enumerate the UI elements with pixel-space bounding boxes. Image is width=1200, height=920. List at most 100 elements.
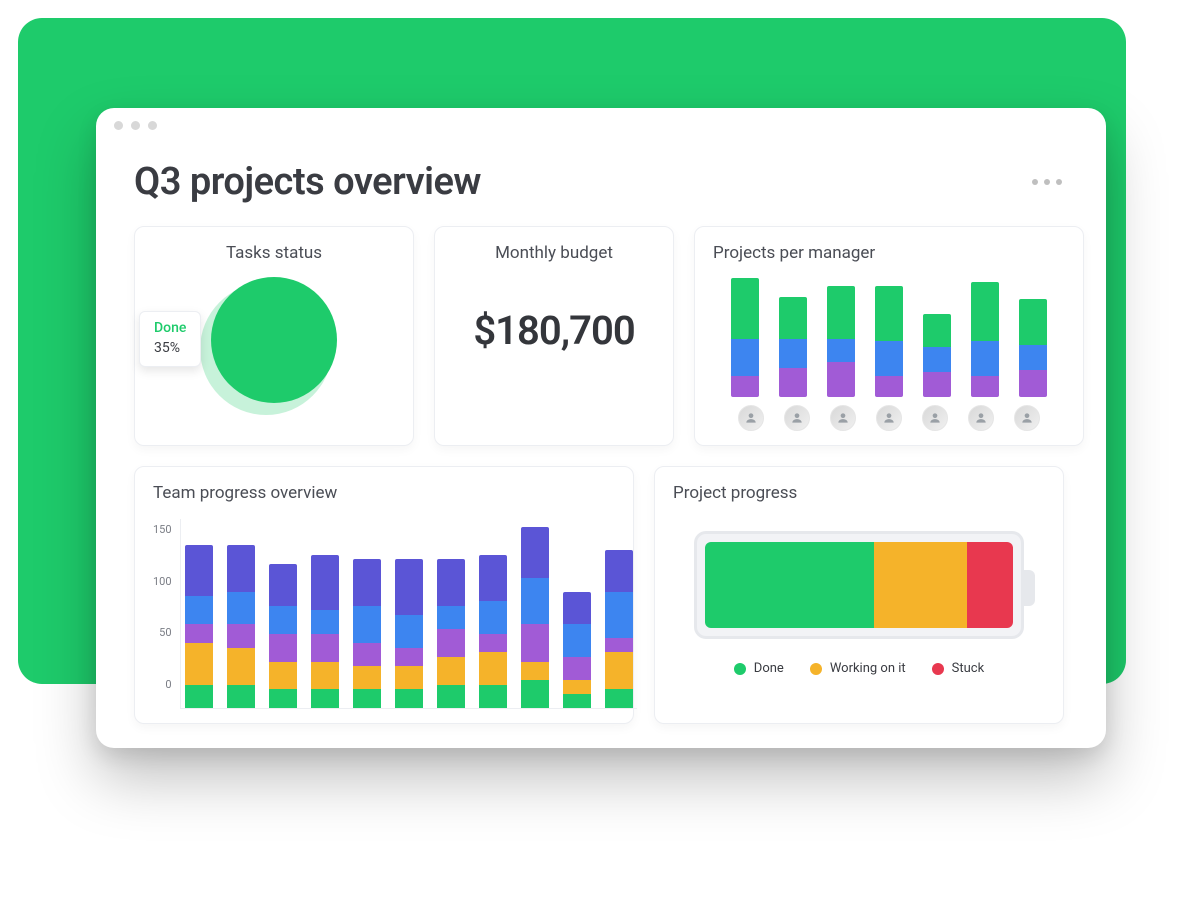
- card-title: Project progress: [673, 483, 1045, 503]
- bar-segment: [479, 685, 507, 708]
- bar-column: [479, 555, 507, 708]
- bar-segment: [605, 592, 633, 639]
- bar-segment: [395, 559, 423, 615]
- person-icon: [928, 411, 942, 425]
- bar-segment: [311, 689, 339, 708]
- y-tick: 150: [153, 523, 172, 536]
- bar-segment: [827, 286, 855, 338]
- bar-segment: [827, 339, 855, 362]
- bar-column: [731, 278, 759, 397]
- bar-column: [521, 527, 549, 708]
- bar-column: [185, 545, 213, 708]
- bar-segment: [395, 689, 423, 708]
- tooltip-value: 35%: [154, 340, 186, 356]
- bar-segment: [437, 629, 465, 657]
- bar-column: [779, 297, 807, 397]
- avatar[interactable]: [876, 405, 902, 431]
- bar-column: [437, 559, 465, 708]
- person-icon: [1020, 411, 1034, 425]
- bar-segment: [521, 624, 549, 661]
- ellipsis-dot-icon: [1044, 179, 1050, 185]
- bar-column: [353, 559, 381, 708]
- more-options-button[interactable]: [1026, 173, 1068, 191]
- avatar[interactable]: [922, 405, 948, 431]
- avatar[interactable]: [968, 405, 994, 431]
- bar-segment: [353, 606, 381, 643]
- bar-segment: [479, 634, 507, 653]
- avatar[interactable]: [738, 405, 764, 431]
- battery-segment: [967, 542, 1013, 628]
- traffic-light-dot: [114, 121, 123, 130]
- bar-segment: [437, 657, 465, 685]
- bar-segment: [1019, 299, 1047, 345]
- traffic-light-dot: [148, 121, 157, 130]
- bar-segment: [779, 297, 807, 339]
- bar-column: [827, 286, 855, 397]
- bar-column: [605, 550, 633, 708]
- bar-segment: [311, 634, 339, 662]
- bar-segment: [311, 555, 339, 611]
- card-tasks-status[interactable]: Tasks status Done 35%: [134, 226, 414, 446]
- bar-segment: [353, 689, 381, 708]
- bar-segment: [437, 559, 465, 606]
- battery-segment: [874, 542, 966, 628]
- bar-segment: [227, 545, 255, 592]
- avatar[interactable]: [784, 405, 810, 431]
- bar-segment: [779, 368, 807, 397]
- ellipsis-dot-icon: [1056, 179, 1062, 185]
- pie-chart: Done 35%: [153, 277, 395, 427]
- bar-segment: [971, 282, 999, 340]
- person-icon: [836, 411, 850, 425]
- bar-segment: [269, 689, 297, 708]
- bar-segment: [353, 666, 381, 689]
- bar-segment: [563, 592, 591, 625]
- y-axis: 150 100 50 0: [153, 519, 180, 709]
- card-title: Tasks status: [153, 243, 395, 263]
- card-title: Projects per manager: [713, 243, 1065, 263]
- legend-swatch: [734, 663, 746, 675]
- bar-segment: [521, 527, 549, 578]
- legend-label: Working on it: [830, 661, 906, 676]
- legend-label: Done: [754, 661, 784, 676]
- bar-segment: [875, 376, 903, 397]
- y-tick: 50: [159, 626, 171, 639]
- y-tick: 0: [165, 678, 171, 691]
- avatar[interactable]: [1014, 405, 1040, 431]
- bar-segment: [395, 615, 423, 648]
- bar-segment: [521, 662, 549, 681]
- bar-segment: [185, 545, 213, 596]
- person-icon: [974, 411, 988, 425]
- bar-segment: [731, 339, 759, 377]
- avatar[interactable]: [830, 405, 856, 431]
- card-team-progress[interactable]: Team progress overview 150 100 50 0: [134, 466, 634, 724]
- bar-segment: [185, 685, 213, 708]
- bar-segment: [395, 666, 423, 689]
- person-icon: [882, 411, 896, 425]
- bar-column: [227, 545, 255, 708]
- card-monthly-budget[interactable]: Monthly budget $180,700: [434, 226, 674, 446]
- pie-slices: [211, 277, 337, 403]
- card-projects-per-manager[interactable]: Projects per manager: [694, 226, 1084, 446]
- dashboard-window: Q3 projects overview Tasks status Done 3…: [96, 108, 1106, 748]
- bar-segment: [353, 559, 381, 606]
- bar-segment: [1019, 370, 1047, 397]
- card-title: Team progress overview: [153, 483, 615, 503]
- legend: DoneWorking on itStuck: [673, 661, 1045, 676]
- bar-segment: [563, 624, 591, 657]
- bar-segment: [971, 376, 999, 397]
- legend-swatch: [932, 663, 944, 675]
- page-title: Q3 projects overview: [134, 160, 481, 204]
- bar-segment: [269, 662, 297, 690]
- bar-segment: [521, 578, 549, 625]
- card-project-progress[interactable]: Project progress DoneWorking on itStuck: [654, 466, 1064, 724]
- person-icon: [790, 411, 804, 425]
- tooltip-label: Done: [154, 320, 186, 336]
- bar-column: [971, 282, 999, 397]
- battery-progress: [694, 531, 1024, 639]
- bar-segment: [185, 596, 213, 624]
- bar-segment: [563, 657, 591, 680]
- board-header: Q3 projects overview: [96, 142, 1106, 226]
- bar-segment: [731, 278, 759, 339]
- battery-segment: [705, 542, 874, 628]
- card-title: Monthly budget: [453, 243, 655, 263]
